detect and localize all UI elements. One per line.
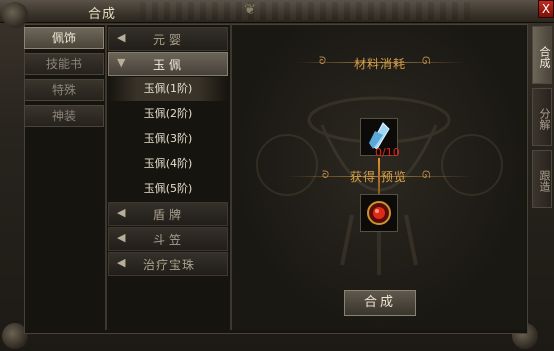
swirl-ornament-icon: ᘐ [322, 170, 330, 181]
title-ornament [140, 2, 470, 20]
tree-item-zhiliao[interactable]: ◀ 治疗宝珠 [108, 252, 228, 276]
tree-item-label: 盾牌 [152, 208, 185, 222]
tab-forge[interactable]: 跟造 [532, 150, 552, 208]
swirl-ornament-icon: ᘐ [319, 56, 327, 67]
category-skillbook-button[interactable]: 技能书 [24, 53, 104, 75]
craft-button[interactable]: 合成 [344, 290, 416, 316]
sub-item-yupei-4[interactable]: 玉佩(4阶) [108, 152, 228, 176]
category-divine-gear-button[interactable]: 神装 [24, 105, 104, 127]
preview-heading: 获得 预览 [350, 170, 407, 184]
tree-item-label: 元婴 [152, 33, 185, 47]
materials-heading: 材料消耗 [354, 57, 407, 71]
window-title: 合成 [88, 7, 117, 22]
tree-item-yupei[interactable]: ▼ 玉佩 [108, 52, 228, 76]
synthesis-window: ❦ 合成 X 佩饰 技能书 特殊 神装 ◀ 元婴 ▼ 玉佩 玉佩(1阶) 玉佩(… [0, 0, 554, 351]
item-tree: ◀ 元婴 ▼ 玉佩 玉佩(1阶) 玉佩(2阶) 玉佩(3阶) 玉佩(4阶) 玉佩… [108, 27, 228, 277]
sub-item-yupei-1[interactable]: 玉佩(1阶) [108, 77, 228, 101]
tree-item-label: 治疗宝珠 [142, 258, 195, 272]
title-bar[interactable]: ❦ 合成 [0, 0, 554, 23]
category-special-button[interactable]: 特殊 [24, 79, 104, 101]
result-slot[interactable] [360, 194, 398, 232]
swirl-ornament-icon: ᘏ [422, 170, 431, 181]
side-tabs: 合成 分解 跟造 [532, 26, 552, 212]
tab-synthesis[interactable]: 合成 [532, 26, 552, 84]
column-divider [105, 24, 107, 330]
category-list: 佩饰 技能书 特殊 神装 [24, 27, 104, 131]
tree-item-dunpai[interactable]: ◀ 盾牌 [108, 202, 228, 226]
sub-item-yupei-5[interactable]: 玉佩(5阶) [108, 177, 228, 201]
close-button[interactable]: X [538, 0, 554, 18]
tab-decompose[interactable]: 分解 [532, 88, 552, 146]
category-peishi-button[interactable]: 佩饰 [24, 27, 104, 49]
red-gem-pendant-icon [367, 201, 391, 225]
swirl-ornament-icon: ᘏ [422, 56, 431, 67]
tree-item-label: 斗笠 [152, 233, 185, 247]
title-emblem-icon: ❦ [244, 2, 256, 18]
sub-item-yupei-2[interactable]: 玉佩(2阶) [108, 102, 228, 126]
tree-item-label: 玉佩 [152, 58, 185, 72]
sub-item-yupei-3[interactable]: 玉佩(3阶) [108, 127, 228, 151]
tree-item-douli[interactable]: ◀ 斗笠 [108, 227, 228, 251]
tree-item-yuanying[interactable]: ◀ 元婴 [108, 27, 228, 51]
